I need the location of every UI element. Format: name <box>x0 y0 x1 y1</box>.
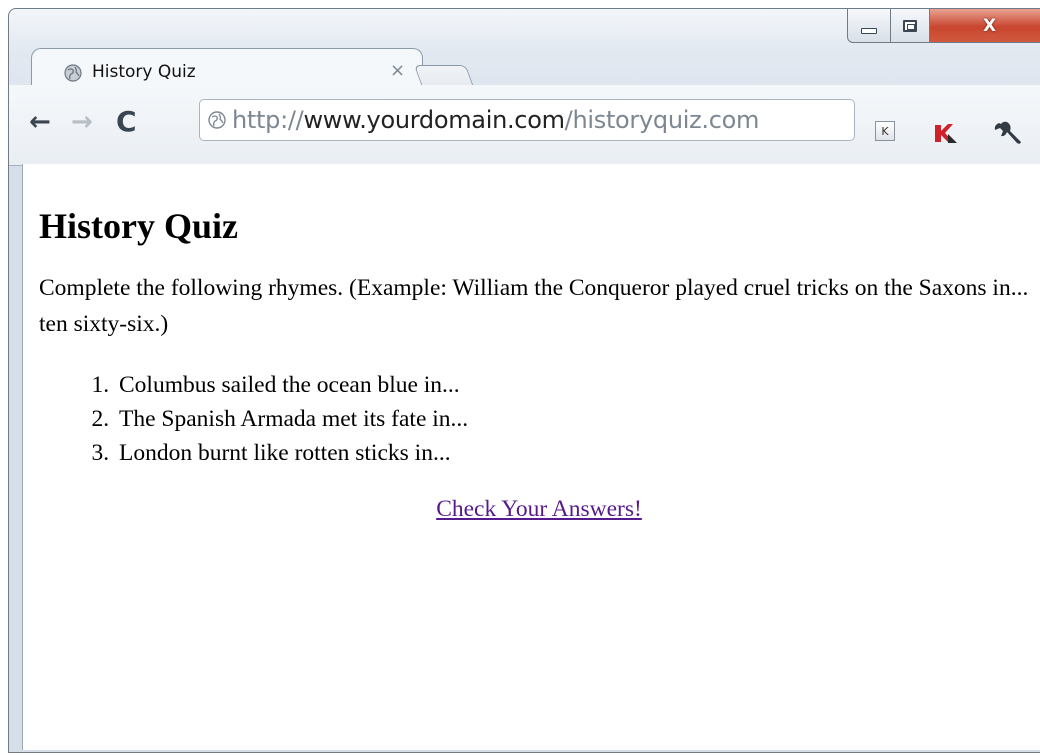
check-answers-link[interactable]: Check Your Answers! <box>39 496 1039 523</box>
reload-icon[interactable]: C <box>116 108 137 136</box>
list-item: The Spanish Armada met its fate in... <box>115 402 1040 436</box>
url-path: /historyquiz.com <box>564 106 760 134</box>
page-viewport: History Quiz Complete the following rhym… <box>22 164 1040 750</box>
list-item: London burnt like rotten sticks in... <box>115 436 1040 470</box>
url-text: http://www.yourdomain.com/historyquiz.co… <box>232 106 759 134</box>
url-scheme: http:// <box>232 106 304 134</box>
page-title: History Quiz <box>39 206 238 246</box>
intro-paragraph: Complete the following rhymes. (Example:… <box>39 275 1029 337</box>
back-arrow-icon[interactable]: ← <box>29 109 51 135</box>
forward-arrow-icon[interactable]: → <box>71 109 93 135</box>
close-window-button[interactable]: X <box>929 9 1040 43</box>
globe-icon <box>64 64 82 82</box>
question-list: Columbus sailed the ocean blue in... The… <box>39 368 1040 470</box>
minimize-button[interactable] <box>847 9 891 43</box>
list-item: Columbus sailed the ocean blue in... <box>115 368 1040 402</box>
extension-k-button[interactable]: K <box>875 121 895 141</box>
kaspersky-icon[interactable] <box>933 121 959 145</box>
tab-close-icon[interactable]: × <box>390 60 405 81</box>
tab-title: History Quiz <box>92 62 196 82</box>
url-host: www.yourdomain.com <box>303 106 565 134</box>
maximize-button[interactable] <box>890 9 930 43</box>
close-icon: X <box>982 15 997 36</box>
wrench-icon[interactable] <box>991 119 1023 149</box>
address-bar[interactable]: http://www.yourdomain.com/historyquiz.co… <box>199 99 855 141</box>
globe-icon <box>208 111 226 129</box>
maximize-icon <box>903 19 917 32</box>
browser-toolbar: ← → C http://www.yourdomain.com/historyq… <box>9 85 1040 166</box>
minimize-icon <box>861 27 877 34</box>
page-content: History Quiz Complete the following rhym… <box>23 164 1040 523</box>
